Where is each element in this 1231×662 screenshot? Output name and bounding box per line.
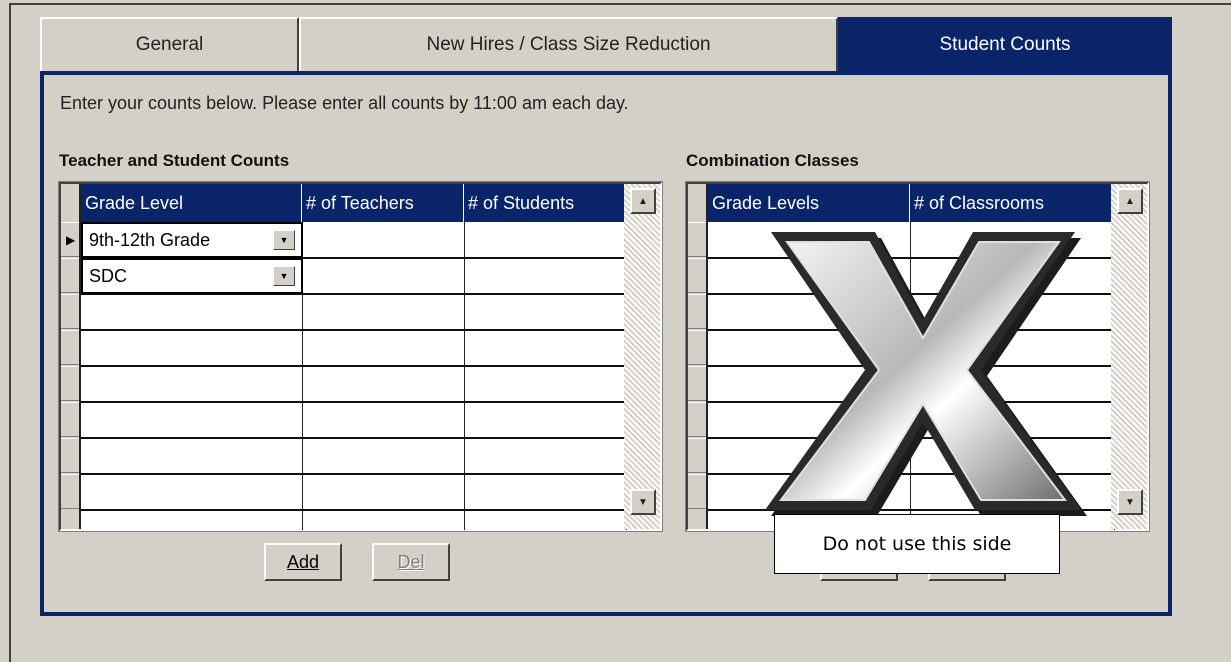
row-selector[interactable] bbox=[61, 438, 79, 473]
grade-level-value: 9th-12th Grade bbox=[89, 229, 211, 250]
row-selector[interactable] bbox=[688, 330, 706, 365]
row-selector[interactable] bbox=[688, 294, 706, 329]
row-selector[interactable] bbox=[688, 438, 706, 473]
delete-button[interactable]: Del bbox=[372, 543, 450, 581]
add-button-label: Add bbox=[286, 551, 320, 572]
row-selector[interactable] bbox=[61, 402, 79, 437]
scroll-down-icon[interactable]: ▼ bbox=[1117, 489, 1143, 515]
vertical-scrollbar[interactable]: ▲ ▼ bbox=[624, 184, 660, 529]
column-header-teachers[interactable]: # of Teachers bbox=[302, 184, 464, 222]
tab-new-hires-label: New Hires / Class Size Reduction bbox=[426, 34, 711, 55]
row-selector[interactable]: ▶ bbox=[61, 222, 79, 257]
scroll-up-icon[interactable]: ▲ bbox=[1117, 188, 1143, 214]
tab-general[interactable]: General bbox=[40, 17, 299, 71]
row-divider bbox=[81, 473, 626, 475]
chevron-down-icon[interactable]: ▼ bbox=[273, 230, 295, 250]
grade-level-value: SDC bbox=[89, 265, 128, 286]
column-header-classrooms[interactable]: # of Classrooms bbox=[910, 184, 1115, 222]
row-selector[interactable] bbox=[61, 258, 79, 293]
tab-new-hires[interactable]: New Hires / Class Size Reduction bbox=[299, 17, 838, 71]
row-selector[interactable] bbox=[61, 474, 79, 509]
delete-button-label: Del bbox=[397, 551, 425, 572]
scroll-up-icon[interactable]: ▲ bbox=[630, 188, 656, 214]
column-divider bbox=[464, 222, 465, 530]
row-divider bbox=[81, 329, 626, 331]
teacher-counts-grid[interactable]: Grade Level # of Teachers # of Students … bbox=[58, 181, 663, 532]
tab-student-counts[interactable]: Student Counts bbox=[838, 17, 1172, 71]
row-divider bbox=[81, 365, 626, 367]
current-row-pointer-icon: ▶ bbox=[66, 233, 76, 247]
row-selector[interactable] bbox=[61, 330, 79, 365]
x-overlay-icon bbox=[765, 232, 1087, 516]
row-divider bbox=[81, 437, 626, 439]
row-selector[interactable] bbox=[61, 366, 79, 401]
callout-text: Do not use this side bbox=[822, 533, 1012, 555]
tab-general-label: General bbox=[135, 34, 204, 55]
instructions-text: Enter your counts below. Please enter al… bbox=[60, 93, 629, 113]
row-divider bbox=[81, 509, 626, 511]
do-not-use-callout: Do not use this side bbox=[774, 514, 1060, 574]
column-header-students[interactable]: # of Students bbox=[464, 184, 626, 222]
grade-level-select[interactable]: 9th-12th Grade ▼ bbox=[81, 222, 303, 258]
row-selector[interactable] bbox=[688, 258, 706, 293]
row-divider bbox=[81, 401, 626, 403]
combination-classes-title: Combination Classes bbox=[686, 151, 859, 170]
row-selector[interactable] bbox=[688, 474, 706, 509]
row-selector[interactable] bbox=[688, 402, 706, 437]
add-button[interactable]: Add bbox=[264, 543, 342, 581]
chevron-down-icon[interactable]: ▼ bbox=[273, 266, 295, 286]
grade-level-select[interactable]: SDC ▼ bbox=[81, 258, 303, 294]
row-selector[interactable] bbox=[688, 366, 706, 401]
teacher-counts-title: Teacher and Student Counts bbox=[59, 151, 290, 170]
vertical-scrollbar[interactable]: ▲ ▼ bbox=[1111, 184, 1147, 529]
row-selector[interactable] bbox=[61, 294, 79, 329]
row-selector[interactable] bbox=[688, 222, 706, 257]
tab-student-counts-label: Student Counts bbox=[939, 34, 1071, 55]
column-header-grade-levels[interactable]: Grade Levels bbox=[708, 184, 910, 222]
column-header-grade-level[interactable]: Grade Level bbox=[81, 184, 302, 222]
scroll-down-icon[interactable]: ▼ bbox=[630, 489, 656, 515]
